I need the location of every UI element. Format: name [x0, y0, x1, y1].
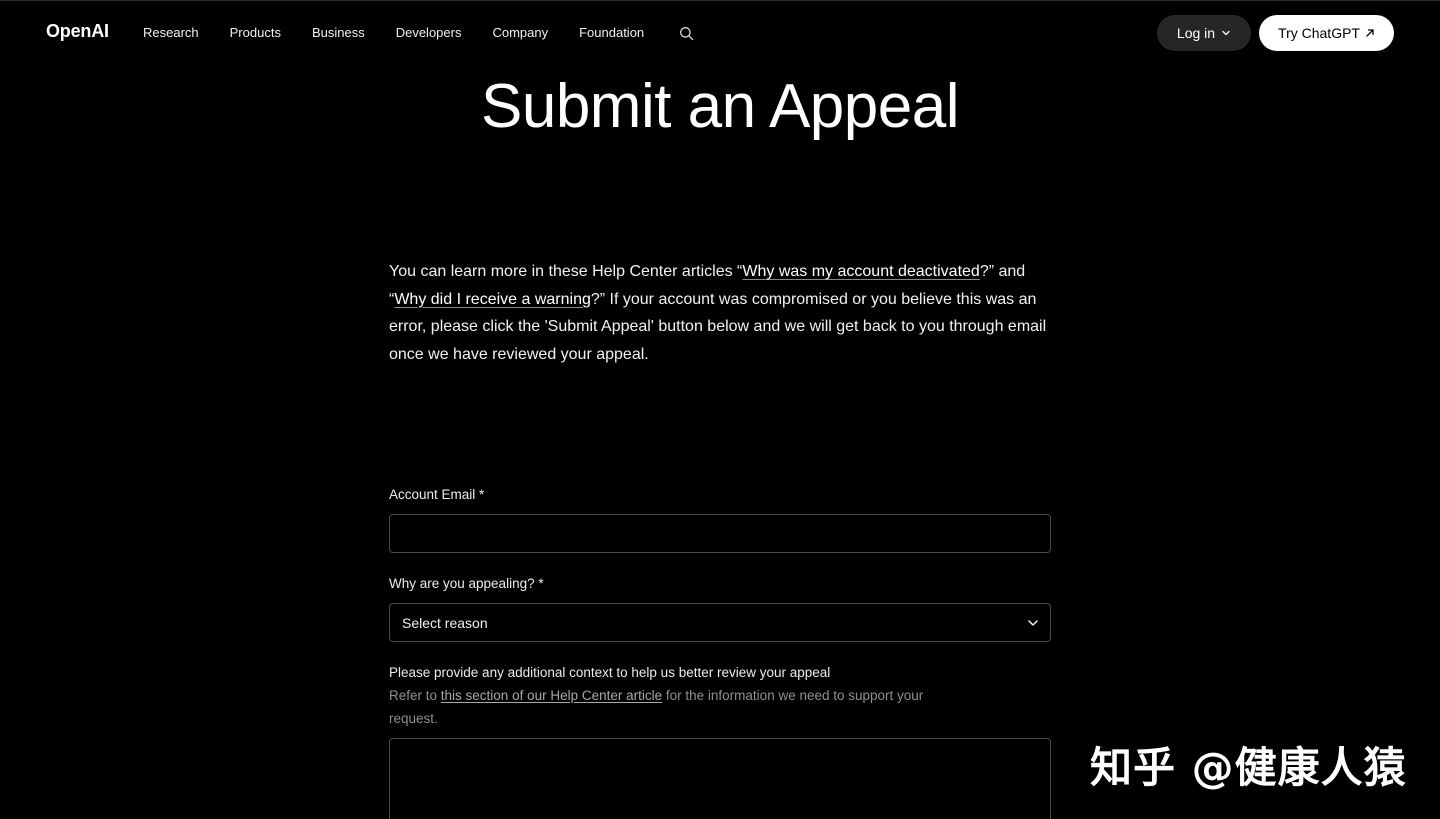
nav-item-business[interactable]: Business: [312, 25, 365, 40]
help-prefix: Refer to: [389, 688, 441, 703]
link-account-deactivated[interactable]: Why was my account deactivated: [742, 263, 979, 280]
reason-label: Why are you appealing? *: [389, 576, 544, 591]
nav-item-foundation[interactable]: Foundation: [579, 25, 644, 40]
context-help-text: Refer to this section of our Help Center…: [389, 685, 929, 730]
email-label: Account Email *: [389, 487, 485, 502]
try-chatgpt-button[interactable]: Try ChatGPT: [1259, 15, 1394, 51]
arrow-up-right-icon: [1365, 25, 1375, 41]
site-header: OpenAI Research Products Business Develo…: [0, 1, 1440, 65]
nav-item-developers[interactable]: Developers: [396, 25, 462, 40]
login-label: Log in: [1176, 25, 1216, 41]
openai-logo[interactable]: OpenAI: [46, 21, 109, 42]
link-receive-warning[interactable]: Why did I receive a warning: [394, 291, 591, 308]
main-nav: Research Products Business Developers Co…: [143, 25, 675, 40]
reason-select[interactable]: Select reason: [389, 603, 1051, 642]
page: OpenAI Research Products Business Develo…: [0, 0, 1440, 819]
nav-item-company[interactable]: Company: [492, 25, 548, 40]
email-field[interactable]: [389, 514, 1051, 553]
chevron-down-icon: [1221, 25, 1231, 41]
try-chatgpt-label: Try ChatGPT: [1278, 25, 1360, 41]
help-center-link[interactable]: this section of our Help Center article: [441, 688, 662, 703]
login-button[interactable]: Log in: [1157, 15, 1251, 51]
intro-paragraph: You can learn more in these Help Center …: [389, 258, 1051, 368]
context-textarea[interactable]: [389, 738, 1051, 819]
intro-text-1: You can learn more in these Help Center …: [389, 263, 743, 280]
chevron-down-icon: [1026, 616, 1040, 630]
nav-item-products[interactable]: Products: [230, 25, 281, 40]
page-title: Submit an Appeal: [480, 72, 960, 141]
reason-selected-value: Select reason: [402, 614, 488, 631]
context-label: Please provide any additional context to…: [389, 665, 831, 680]
search-icon[interactable]: [679, 26, 695, 42]
watermark: 知乎 @健康人猿: [1090, 743, 1407, 792]
nav-item-research[interactable]: Research: [143, 25, 199, 40]
